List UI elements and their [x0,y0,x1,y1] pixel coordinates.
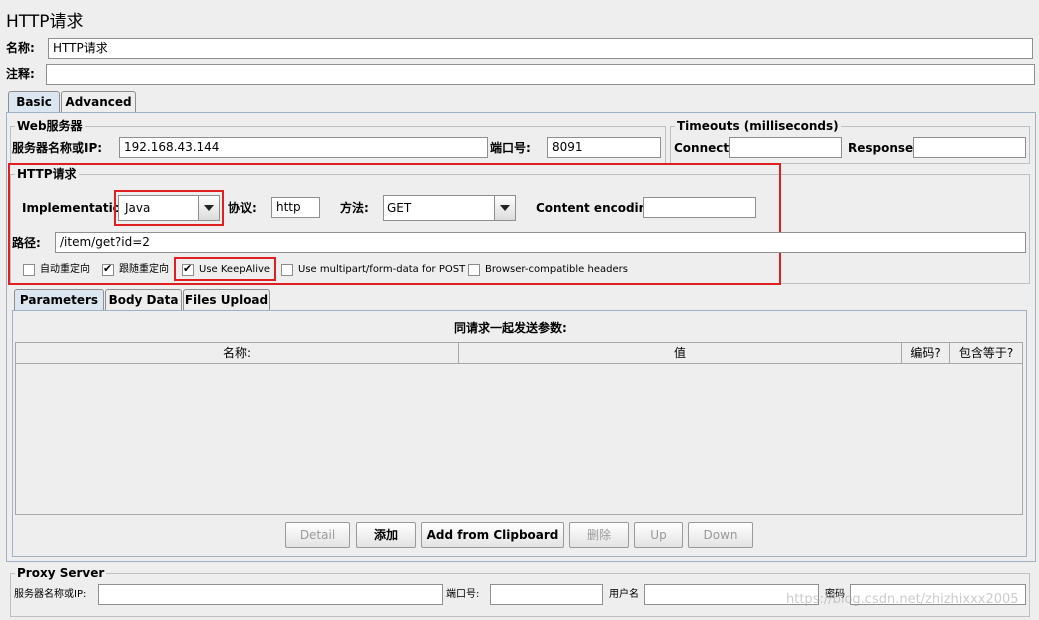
browser-headers-checkbox[interactable] [468,264,480,276]
auto-redirect-label: 自动重定向 [40,264,90,275]
multipart-checkbox[interactable] [281,264,293,276]
delete-button[interactable]: 删除 [569,522,629,548]
column-header-include-equals[interactable]: 包含等于? [950,343,1022,364]
proxy-server-title: Proxy Server [15,566,107,580]
proxy-server-label: 服务器名称或IP: [14,589,87,600]
comment-field[interactable] [46,64,1035,85]
multipart-label: Use multipart/form-data for POST [298,264,466,275]
add-button[interactable]: 添加 [356,522,416,548]
detail-button[interactable]: Detail [285,522,350,548]
column-header-name[interactable]: 名称: [16,343,459,364]
proxy-port-label: 端口号: [446,589,480,600]
browser-headers-label: Browser-compatible headers [485,264,628,275]
method-select[interactable]: GET [383,195,516,221]
connect-input[interactable] [729,137,842,158]
auto-redirect-checkbox[interactable] [23,264,35,276]
follow-redirect-checkbox[interactable] [102,262,114,276]
protocol-label: 协议: [228,201,257,215]
tab-parameters[interactable]: Parameters [14,289,104,311]
proxy-server-input[interactable] [98,584,443,605]
connect-label: Connect: [674,141,734,155]
method-value: GET [387,201,412,215]
web-server-title: Web服务器 [15,119,85,133]
proxy-port-input[interactable] [490,584,603,605]
port-input[interactable]: 8091 [547,137,661,158]
name-label: 名称: [6,41,35,55]
up-button[interactable]: Up [634,522,683,548]
port-label: 端口号: [490,141,531,155]
comment-label: 注释: [6,67,35,81]
method-label: 方法: [340,201,369,215]
path-label: 路径: [12,236,41,250]
highlight-box-keepalive [174,257,276,281]
tab-basic[interactable]: Basic [8,91,60,113]
watermark: https://blog.csdn.net/zhizhixxx2005 [786,592,1019,607]
page-title: HTTP请求 [6,12,84,32]
params-caption: 同请求一起发送参数: [454,321,567,335]
chevron-down-icon[interactable] [494,196,515,220]
protocol-input[interactable]: http [271,197,320,218]
name-field[interactable]: HTTP请求 [48,38,1033,59]
tab-files-upload[interactable]: Files Upload [183,289,270,311]
follow-redirect-label: 跟随重定向 [119,264,169,275]
parameters-table: 名称: 值 编码? 包含等于? [15,342,1023,515]
add-from-clipboard-button[interactable]: Add from Clipboard [421,522,564,548]
response-label: Response: [848,141,918,155]
highlight-box-impl [114,190,224,226]
column-header-encode[interactable]: 编码? [902,343,950,364]
down-button[interactable]: Down [688,522,753,548]
path-input[interactable]: /item/get?id=2 [55,232,1026,253]
timeouts-title: Timeouts (milliseconds) [675,119,841,133]
content-encoding-input[interactable] [643,197,756,218]
tab-advanced[interactable]: Advanced [61,91,136,113]
column-header-value[interactable]: 值 [459,343,902,364]
content-encoding-label: Content encoding: [536,201,661,215]
proxy-user-label: 用户名 [609,589,639,600]
server-name-label: 服务器名称或IP: [12,141,103,155]
response-input[interactable] [913,137,1026,158]
server-name-input[interactable]: 192.168.43.144 [119,137,488,158]
tab-body-data[interactable]: Body Data [105,289,182,311]
